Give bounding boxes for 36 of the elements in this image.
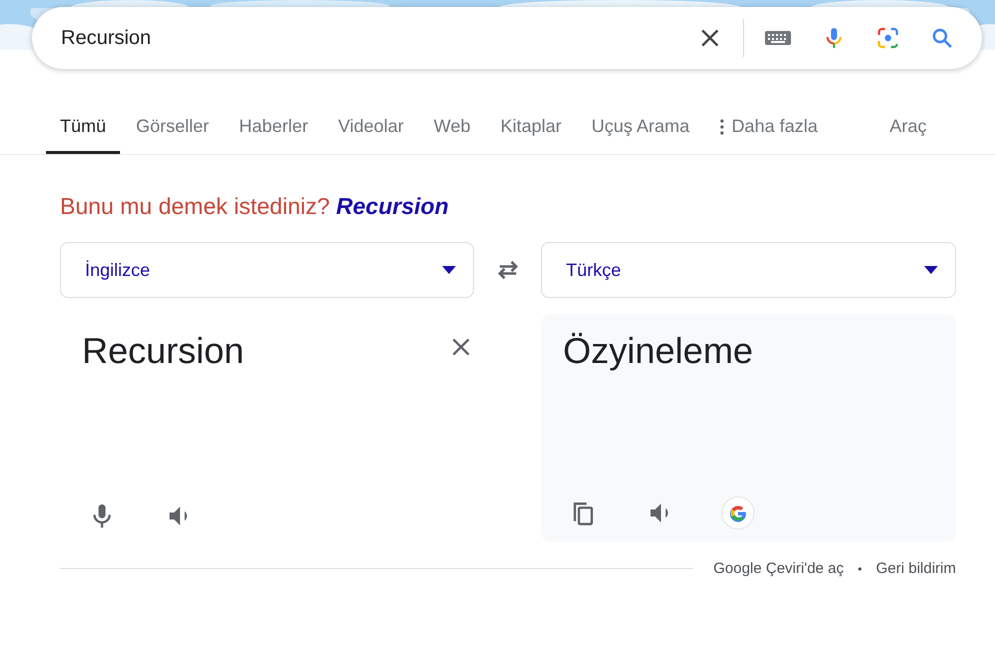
language-dropdown[interactable]: İngilizce <box>60 242 474 298</box>
tab-label: Kitaplar <box>500 116 562 137</box>
tab-label: Daha fazla <box>732 116 818 137</box>
tab-label: Uçuş Arama <box>592 116 690 137</box>
feedback-link[interactable]: Geri bildirim <box>876 560 956 577</box>
tab[interactable]: Haberler <box>225 116 322 154</box>
translated-text: Özyineleme <box>563 329 754 372</box>
tab-label: Araç <box>890 116 927 137</box>
more-icon <box>720 118 724 134</box>
translate-link[interactable]: Google Çeviri'de aç <box>713 560 844 577</box>
suggestion-link[interactable]: Recursion <box>336 193 449 219</box>
search-field[interactable]: Recursion <box>32 7 982 69</box>
spelling-suggestion: Bunu mu demek istediniz? Recursion <box>60 193 450 220</box>
tab[interactable]: Web <box>420 116 484 154</box>
caret-icon <box>924 266 938 274</box>
source-text[interactable]: Recursion <box>82 328 244 372</box>
google-logo-icon[interactable] <box>721 496 755 530</box>
tab[interactable]: Görseller <box>122 116 224 154</box>
search-query: Recursion <box>61 26 152 50</box>
tab-label: Web <box>434 116 470 137</box>
camera-icon[interactable] <box>876 26 900 50</box>
tab-label: Tümü <box>60 116 106 137</box>
tab[interactable]: Videolar <box>324 116 418 154</box>
caret-icon <box>442 266 456 274</box>
tab-label: Haberler <box>239 116 308 137</box>
search-icon[interactable] <box>930 26 954 50</box>
tab[interactable]: Uçuş Arama <box>578 116 704 154</box>
tab[interactable]: Araç <box>876 116 941 154</box>
keyboard-icon[interactable] <box>764 29 792 47</box>
tab[interactable]: Tümü <box>46 116 120 154</box>
language-dropdown[interactable]: Türkçe <box>541 242 956 298</box>
tab[interactable]: Kitaplar <box>486 116 576 154</box>
tab[interactable]: Daha fazla <box>706 116 832 154</box>
tab-label: Videolar <box>338 116 404 137</box>
tab-label: Görseller <box>136 116 210 137</box>
separator-dot: • <box>858 562 862 576</box>
